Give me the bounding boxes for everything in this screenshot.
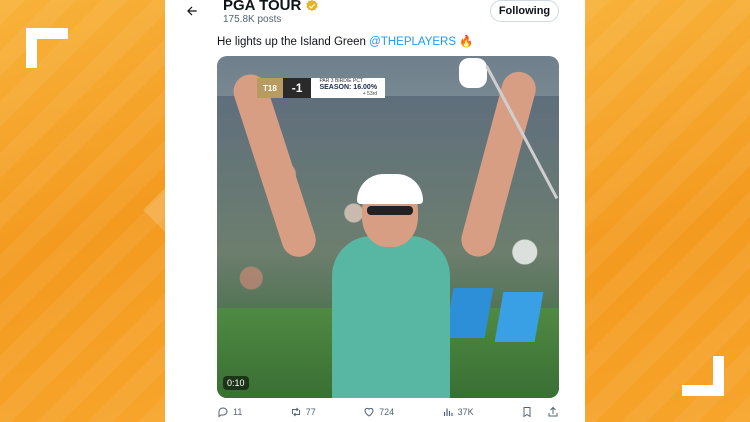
tweet-actions-bar: 11 77 724 37K bbox=[217, 404, 559, 420]
reply-count: 11 bbox=[233, 407, 243, 417]
views-count: 37K bbox=[457, 407, 474, 417]
following-button[interactable]: Following bbox=[490, 0, 559, 22]
mention-link[interactable]: @THEPLAYERS bbox=[369, 36, 456, 48]
views-button[interactable]: 37K bbox=[442, 406, 474, 418]
corner-bracket-top-left bbox=[26, 28, 68, 68]
golfer-glove bbox=[459, 58, 487, 88]
bookmark-icon[interactable] bbox=[521, 406, 533, 418]
scorebug-position: T18 bbox=[257, 78, 283, 98]
reply-button[interactable]: 11 bbox=[217, 406, 242, 418]
bookmark-share-group bbox=[521, 406, 559, 418]
golfer-shirt bbox=[332, 236, 450, 398]
reply-icon bbox=[218, 407, 228, 418]
background-left-panel bbox=[0, 0, 165, 422]
tweet-body: He lights up the Island Green bbox=[217, 36, 370, 48]
scorebug-overlay: T18 -1 PAR 3 BIRDIE PCT SEASON: 16.00% +… bbox=[257, 78, 386, 98]
corner-bracket-bottom-right bbox=[682, 356, 724, 396]
fire-emoji: 🔥 bbox=[459, 36, 474, 48]
back-arrow-icon bbox=[187, 6, 197, 16]
like-button[interactable]: 724 bbox=[363, 406, 394, 418]
video-timestamp: 0:10 bbox=[223, 376, 249, 390]
repost-icon bbox=[291, 407, 300, 417]
tweet-text: He lights up the Island Green @THEPLAYER… bbox=[217, 34, 474, 48]
scorebug-score: -1 bbox=[282, 78, 312, 98]
back-button[interactable] bbox=[183, 2, 201, 20]
views-bar-chart-icon bbox=[443, 408, 453, 416]
scorebug-stat-rank: + 53rd bbox=[362, 90, 378, 97]
scorebug-stat: PAR 3 BIRDIE PCT SEASON: 16.00% + 53rd bbox=[311, 78, 386, 98]
like-count: 724 bbox=[379, 407, 395, 417]
golfer-sunglasses bbox=[367, 206, 413, 215]
repost-count: 77 bbox=[305, 407, 316, 417]
account-name[interactable]: PGA TOUR bbox=[223, 0, 301, 14]
verified-badge-icon bbox=[306, 0, 319, 11]
repost-button[interactable]: 77 bbox=[290, 406, 316, 418]
video-player[interactable]: T18 -1 PAR 3 BIRDIE PCT SEASON: 16.00% +… bbox=[217, 56, 559, 398]
share-icon[interactable] bbox=[547, 406, 559, 418]
background-right-panel bbox=[585, 0, 750, 422]
decorative-arrow-shape bbox=[143, 188, 165, 232]
posts-count: 175.8K posts bbox=[223, 14, 282, 25]
tweet-card: PGA TOUR 175.8K posts Following He light… bbox=[165, 0, 585, 422]
account-name-row[interactable]: PGA TOUR bbox=[223, 0, 319, 14]
heart-icon bbox=[364, 407, 374, 417]
